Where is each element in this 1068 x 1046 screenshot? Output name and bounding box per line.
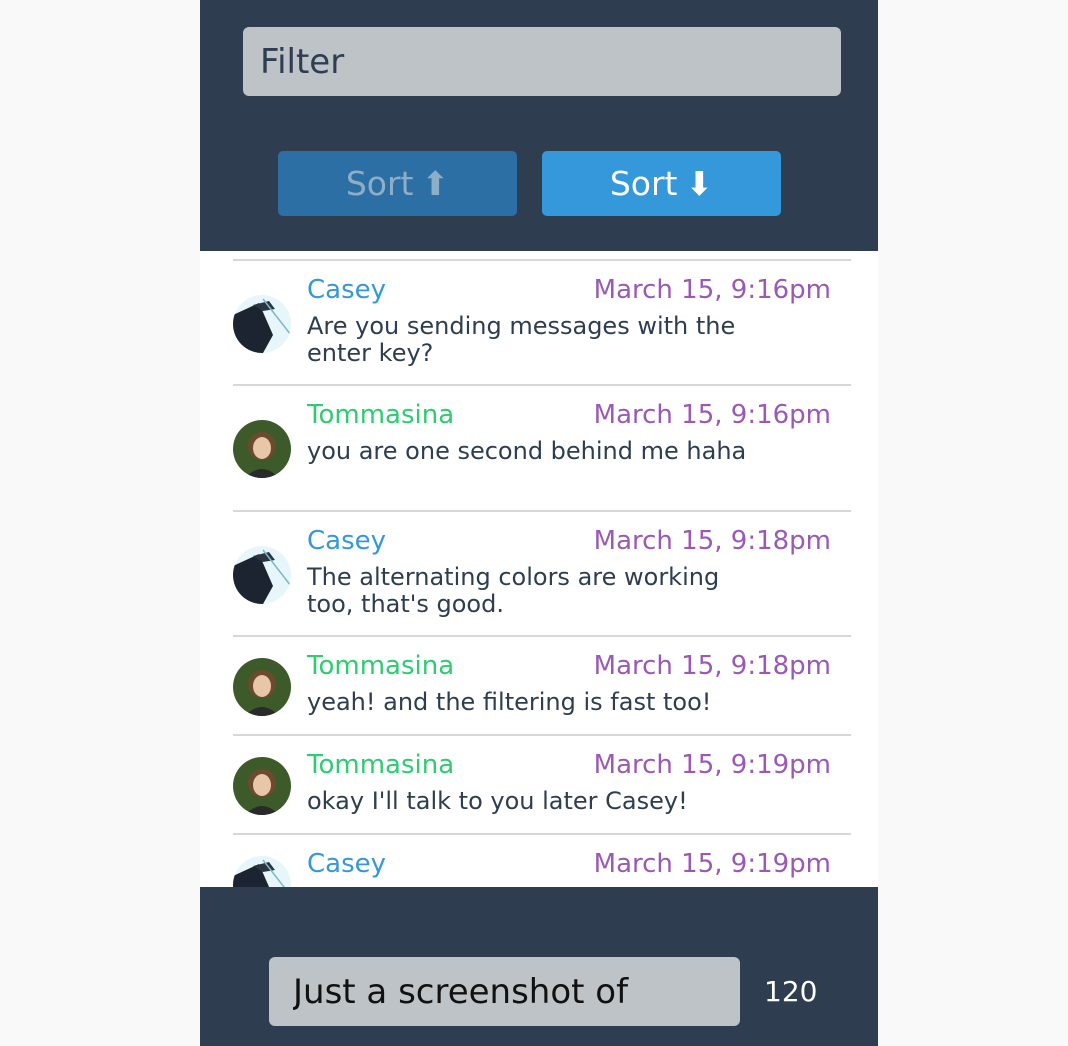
message-item: Tommasina March 15, 9:16pm you are one s… <box>233 384 851 510</box>
arrow-up-icon: ⬆ <box>421 164 450 203</box>
tommasina-avatar <box>233 420 291 478</box>
compose-bar: 120 <box>200 887 878 1046</box>
message-text: you are one second behind me haha <box>307 437 747 465</box>
message-text: okay I'll talk to you later Casey! <box>307 787 688 815</box>
message-timestamp: March 15, 9:18pm <box>593 651 831 681</box>
message-item: Casey March 15, 9:16pm Are you sending m… <box>233 259 851 385</box>
message-text: Are you sending messages with the enter … <box>307 312 736 367</box>
message-item: Casey March 15, 9:19pm <box>233 833 851 887</box>
sort-ascending-label: Sort <box>345 164 414 203</box>
arrow-down-icon: ⬇ <box>685 164 714 203</box>
message-item: Tommasina March 15, 9:18pm yeah! and the… <box>233 635 851 735</box>
chat-header: Sort ⬆ Sort ⬇ <box>200 0 878 251</box>
casey-avatar <box>233 856 291 887</box>
message-author: Casey <box>307 849 387 879</box>
message-timestamp: March 15, 9:16pm <box>593 275 831 305</box>
casey-avatar <box>233 546 291 604</box>
message-author: Tommasina <box>307 750 455 780</box>
message-timestamp: March 15, 9:16pm <box>593 400 831 430</box>
message-timestamp: March 15, 9:18pm <box>593 526 831 556</box>
sort-ascending-button[interactable]: Sort ⬆ <box>278 151 517 216</box>
message-timestamp: March 15, 9:19pm <box>593 750 831 780</box>
casey-avatar <box>233 295 291 353</box>
message-author: Tommasina <box>307 400 455 430</box>
message-author: Casey <box>307 275 387 305</box>
message-input[interactable] <box>269 957 740 1026</box>
tommasina-avatar <box>233 658 291 716</box>
message-item: Tommasina March 15, 9:19pm okay I'll tal… <box>233 734 851 834</box>
message-list[interactable]: Casey March 15, 9:16pm Are you sending m… <box>200 251 878 887</box>
character-count: 120 <box>764 975 818 1008</box>
message-text: yeah! and the filtering is fast too! <box>307 688 712 716</box>
message-author: Casey <box>307 526 387 556</box>
message-text: The alternating colors are working too, … <box>307 563 720 618</box>
tommasina-avatar <box>233 757 291 815</box>
message-item: Casey March 15, 9:18pm The alternating c… <box>233 510 851 636</box>
sort-descending-label: Sort <box>609 164 678 203</box>
chat-app: Sort ⬆ Sort ⬇ Casey March 15, 9:16pm Are… <box>200 0 878 1046</box>
filter-input[interactable] <box>243 27 841 96</box>
message-author: Tommasina <box>307 651 455 681</box>
sort-descending-button[interactable]: Sort ⬇ <box>542 151 781 216</box>
message-timestamp: March 15, 9:19pm <box>593 849 831 879</box>
